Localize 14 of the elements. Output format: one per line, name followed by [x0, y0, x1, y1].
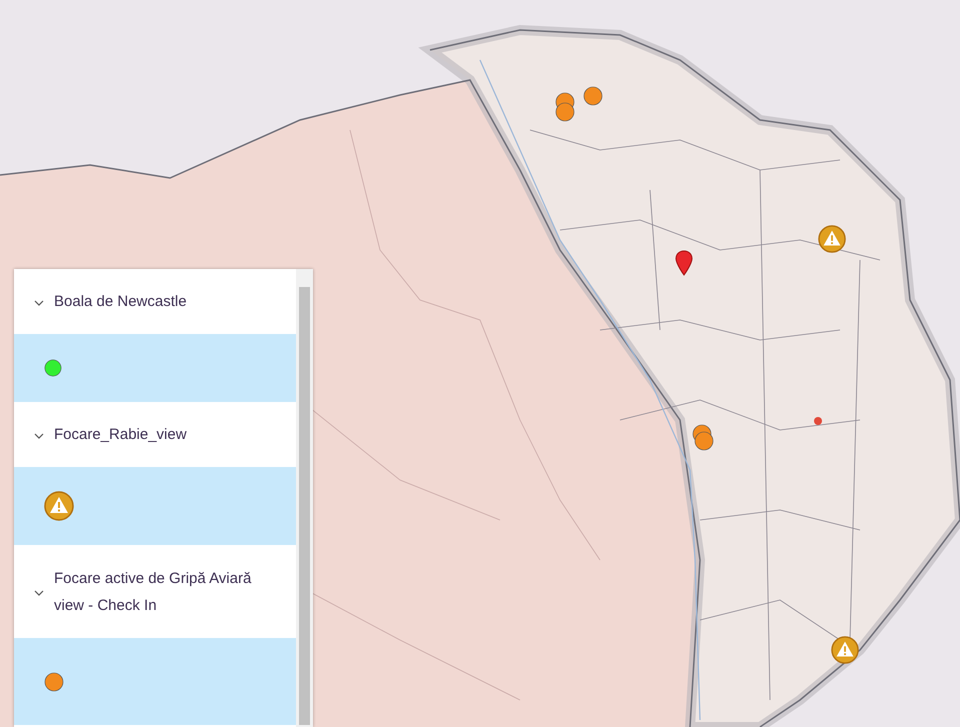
warning-marker-icon [818, 225, 846, 253]
layer-title: Boala de Newcastle [54, 292, 187, 312]
map-marker-icon [694, 431, 714, 451]
chevron-icon[interactable] [34, 300, 44, 307]
location-pin-icon [675, 250, 693, 276]
chevron-icon[interactable] [34, 590, 44, 597]
chevron-icon[interactable] [34, 433, 44, 440]
warning-symbol-icon [44, 491, 74, 521]
map-marker-icon [583, 86, 603, 106]
scrollbar[interactable] [296, 269, 313, 727]
map-marker-icon [555, 102, 575, 122]
warning-marker-icon [831, 636, 859, 664]
layer-title: Focare active de Gripă Aviară view - Check In [54, 568, 252, 616]
layer-title: Focare_Rabie_view [54, 425, 187, 445]
